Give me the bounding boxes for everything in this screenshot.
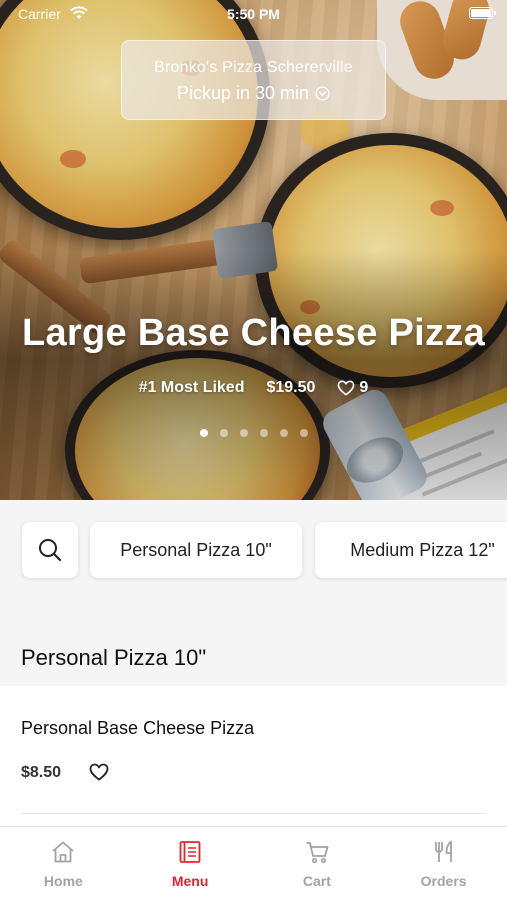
carousel-dot[interactable] — [219, 429, 228, 437]
carousel-dot[interactable] — [199, 429, 208, 437]
search-icon — [39, 539, 62, 562]
battery-icon — [469, 7, 496, 19]
featured-item-title: Large Base Cheese Pizza — [21, 312, 486, 354]
tab-label: Cart — [302, 873, 331, 889]
category-strip[interactable]: Personal Pizza 10" Medium Pizza 12" — [0, 500, 507, 600]
tab-label: Menu — [171, 873, 209, 889]
category-chip-personal-pizza[interactable]: Personal Pizza 10" — [90, 522, 302, 578]
heart-icon — [338, 380, 355, 396]
section-title: Personal Pizza 10" — [21, 645, 207, 670]
carousel-dot[interactable] — [239, 429, 248, 437]
heart-icon[interactable] — [89, 763, 109, 781]
divider — [21, 813, 486, 814]
tab-bar: Home Menu Cart Orders — [0, 826, 507, 900]
search-button[interactable] — [22, 522, 78, 578]
featured-price: $19.50 — [266, 379, 316, 396]
featured-item-meta: #1 Most Liked $19.50 9 — [0, 379, 507, 397]
menu-item-price: $8.50 — [21, 764, 62, 781]
tab-menu[interactable]: Menu — [127, 827, 254, 900]
tab-home[interactable]: Home — [0, 827, 127, 900]
most-liked-badge: #1 Most Liked — [138, 379, 245, 396]
tab-label: Home — [43, 873, 83, 889]
cart-icon — [306, 842, 329, 864]
store-pickup-selector[interactable]: Bronko's Pizza Schererville Pickup in 30… — [121, 40, 386, 120]
featured-likes[interactable]: 9 — [337, 379, 368, 397]
tab-label: Orders — [420, 873, 467, 889]
carousel-dot[interactable] — [279, 429, 288, 437]
carousel-dot[interactable] — [259, 429, 268, 437]
featured-hero[interactable]: Carrier 5:50 PM Bronko's Pizza Scherervi… — [0, 0, 507, 500]
menu-item[interactable]: Personal Base Cheese Pizza $8.50 — [0, 686, 507, 826]
menu-icon — [179, 841, 201, 863]
orders-icon — [434, 840, 452, 862]
store-name: Bronko's Pizza Schererville — [154, 59, 353, 76]
category-chip-medium-pizza[interactable]: Medium Pizza 12" — [315, 522, 507, 578]
carousel-dot[interactable] — [299, 429, 308, 437]
clock: 5:50 PM — [227, 6, 280, 22]
tab-cart[interactable]: Cart — [254, 827, 381, 900]
home-icon — [52, 841, 74, 863]
status-bar: Carrier 5:50 PM — [0, 0, 507, 28]
carousel-pager[interactable] — [0, 429, 507, 437]
likes-count: 9 — [359, 379, 369, 396]
chevron-down-circle-icon — [315, 86, 330, 101]
pickup-time: Pickup in 30 min — [176, 83, 310, 103]
menu-item-name: Personal Base Cheese Pizza — [21, 718, 255, 738]
tab-orders[interactable]: Orders — [380, 827, 507, 900]
